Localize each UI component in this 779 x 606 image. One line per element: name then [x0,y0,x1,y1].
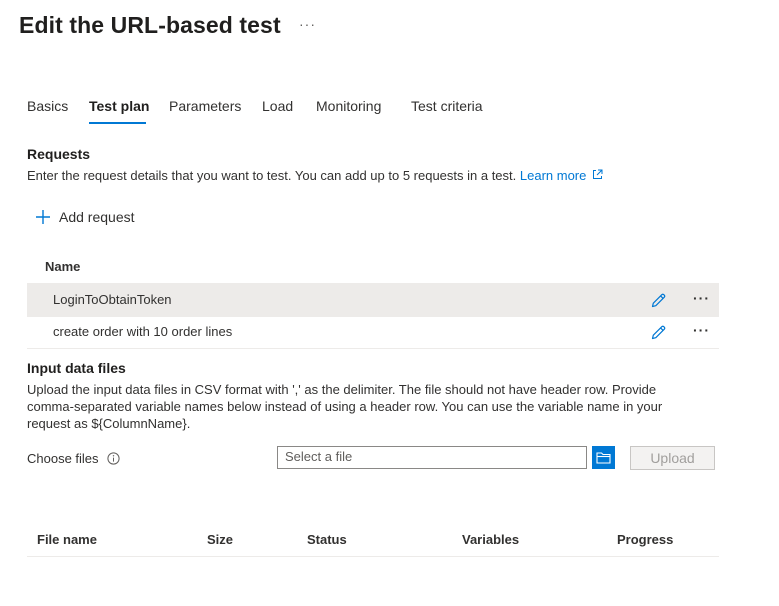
browse-files-button[interactable] [592,446,615,469]
requests-description-text: Enter the request details that you want … [27,168,517,183]
file-name-column-header[interactable]: File name [37,532,97,547]
files-table-divider [27,556,719,557]
request-row[interactable]: LoginToObtainToken ··· [27,284,719,317]
requests-description: Enter the request details that you want … [27,167,603,184]
requests-heading: Requests [27,146,91,162]
active-tab-indicator [89,122,146,124]
status-column-header[interactable]: Status [307,532,347,547]
size-column-header[interactable]: Size [207,532,233,547]
add-request-label: Add request [59,209,135,225]
external-link-icon [593,169,603,179]
request-name[interactable]: create order with 10 order lines [53,324,232,339]
choose-files-label: Choose files [27,451,120,466]
folder-icon [596,452,611,464]
add-request-button[interactable]: Add request [35,207,135,227]
input-files-description-line: comma-separated variable names below ins… [27,399,663,414]
tab-basics[interactable]: Basics [27,98,68,114]
name-column-header[interactable]: Name [45,259,80,274]
learn-more-link[interactable]: Learn more [520,168,603,183]
file-select-field[interactable] [277,446,587,469]
tab-monitoring[interactable]: Monitoring [316,98,381,114]
plus-icon [36,210,50,224]
edit-icon[interactable] [650,324,667,341]
input-files-description-line: request as ${ColumnName}. [27,416,191,431]
more-actions-button[interactable]: ··· [299,16,316,32]
tab-test-plan[interactable]: Test plan [89,98,149,114]
upload-button[interactable]: Upload [630,446,715,470]
variables-column-header[interactable]: Variables [462,532,519,547]
choose-files-text: Choose files [27,451,99,466]
file-select-input[interactable] [278,447,587,466]
row-more-button[interactable]: ··· [693,322,710,338]
page-title: Edit the URL-based test [19,12,281,38]
request-row[interactable]: create order with 10 order lines ··· [27,316,719,349]
tab-parameters[interactable]: Parameters [169,98,241,114]
tab-test-criteria[interactable]: Test criteria [411,98,483,114]
row-more-button[interactable]: ··· [693,290,710,306]
input-files-description-line: Upload the input data files in CSV forma… [27,382,657,397]
request-name[interactable]: LoginToObtainToken [53,292,172,307]
learn-more-label[interactable]: Learn more [520,168,586,183]
edit-icon[interactable] [650,292,667,309]
info-icon[interactable] [106,452,120,465]
input-files-heading: Input data files [27,360,126,376]
progress-column-header[interactable]: Progress [617,532,673,547]
input-files-description: Upload the input data files in CSV forma… [27,381,662,432]
tab-load[interactable]: Load [262,98,293,114]
